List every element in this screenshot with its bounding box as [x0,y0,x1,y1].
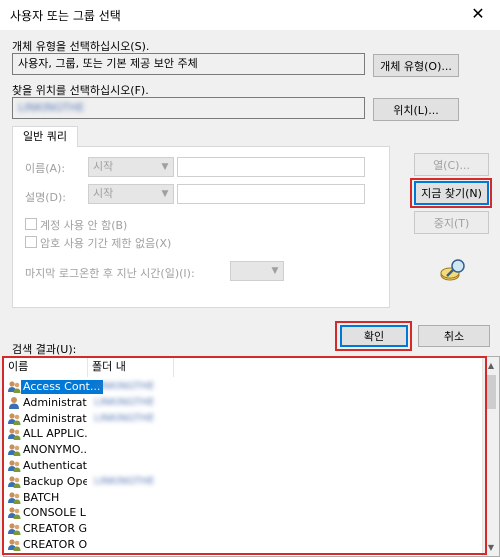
row-name: CREATOR G... [23,522,87,536]
table-row[interactable]: ANONYMO... [4,442,494,458]
table-row[interactable]: CONSOLE L... [4,505,494,521]
description-label: 설명(D): [25,191,66,204]
name-mode-select[interactable]: 시작 ▼ [88,157,174,177]
group-icon [7,443,21,457]
chevron-down-icon: ▼ [271,266,279,276]
group-icon [7,412,21,426]
name-label: 이름(A): [25,162,66,175]
columns-button[interactable]: 열(C)... [414,153,489,176]
non-expiring-password-checkbox[interactable] [25,236,37,248]
row-name: ALL APPLIC... [23,427,87,441]
stop-button[interactable]: 중지(T) [414,211,489,234]
group-icon [7,506,21,520]
row-folder: LINKINGTHE [94,396,155,408]
group-icon [7,475,21,489]
row-name: Administrator [23,395,87,409]
search-icon [440,259,465,281]
disabled-accounts-label: 계정 사용 안 함(B) [40,219,128,232]
scroll-up-icon[interactable]: ▲ [483,357,499,374]
chevron-down-icon: ▼ [161,189,169,199]
table-row[interactable]: CREATOR G... [4,521,494,537]
name-input[interactable] [177,157,365,177]
row-folder: LINKINGTHE [94,412,155,424]
scroll-down-icon[interactable]: ▼ [483,539,499,556]
name-mode-value: 시작 [93,160,114,173]
table-row[interactable]: CREATOR O... [4,537,494,553]
row-name: CONSOLE L... [23,506,87,520]
description-mode-value: 시작 [93,187,114,200]
row-folder: LINKINGTHE [94,381,155,392]
row-name: Administrat... [23,411,87,425]
group-icon [7,427,21,441]
table-row[interactable]: Backup Ope... LINKINGTHE [4,474,494,490]
title-bar: 사용자 또는 그룹 선택 ✕ [0,0,500,30]
user-icon [7,396,21,410]
group-icon [7,459,21,473]
location-field: LINKINGTHE [12,97,365,119]
description-input[interactable] [177,184,365,204]
object-type-field: 사용자, 그룹, 또는 기본 제공 보안 주체 [12,53,365,75]
object-types-button[interactable]: 개체 유형(O)... [373,54,459,77]
table-row[interactable]: Authenticat... [4,458,494,474]
tab-general-query[interactable]: 일반 쿼리 [12,126,78,147]
table-row[interactable]: ALL APPLIC... [4,426,494,442]
table-row[interactable]: Access Cont... LINKINGTHE [4,379,494,395]
row-folder: LINKINGTHE [94,475,155,487]
object-type-label: 개체 유형을 선택하십시오(S). [12,40,150,53]
close-icon[interactable]: ✕ [468,4,488,24]
group-icon [7,491,21,505]
results-scrollbar[interactable]: ▲ ▼ [482,357,499,556]
results-label: 검색 결과(U): [12,343,77,356]
table-row[interactable]: Administrator LINKINGTHE [4,395,494,411]
results-list[interactable]: 이름 폴더 내 Access Cont... LINKINGTHE Administ… [3,356,500,557]
chevron-down-icon: ▼ [161,162,169,172]
location-value: LINKINGTHE [18,101,85,114]
locations-button[interactable]: 위치(L)... [373,98,459,121]
group-icon [7,538,21,552]
location-label: 찾을 위치를 선택하십시오(F). [12,84,149,97]
scroll-thumb[interactable] [486,375,496,409]
description-mode-select[interactable]: 시작 ▼ [88,184,174,204]
group-icon [7,380,21,394]
ok-button[interactable]: 확인 [340,325,408,347]
row-name: ANONYMO... [23,443,87,457]
find-now-button[interactable]: 지금 찾기(N) [414,181,489,205]
row-name: Access Cont... [21,380,103,394]
row-name: BATCH [23,490,60,504]
column-header-name[interactable]: 이름 [4,357,88,377]
row-name: Backup Ope... [23,474,87,488]
disabled-accounts-checkbox[interactable] [25,218,37,230]
days-since-logon-label: 마지막 로그온한 후 지난 시간(일)(I): [25,267,195,280]
table-row[interactable]: Administrat... LINKINGTHE [4,411,494,427]
row-name: Authenticat... [23,459,87,472]
cancel-button[interactable]: 취소 [418,325,490,347]
window-title: 사용자 또는 그룹 선택 [10,9,121,23]
column-header-folder[interactable]: 폴더 내 [88,357,174,377]
table-row[interactable]: BATCH [4,490,494,506]
group-icon [7,522,21,536]
non-expiring-password-label: 암호 사용 기간 제한 없음(X) [40,237,172,250]
row-name: CREATOR O... [23,538,87,551]
days-since-logon-select[interactable]: ▼ [230,261,284,281]
